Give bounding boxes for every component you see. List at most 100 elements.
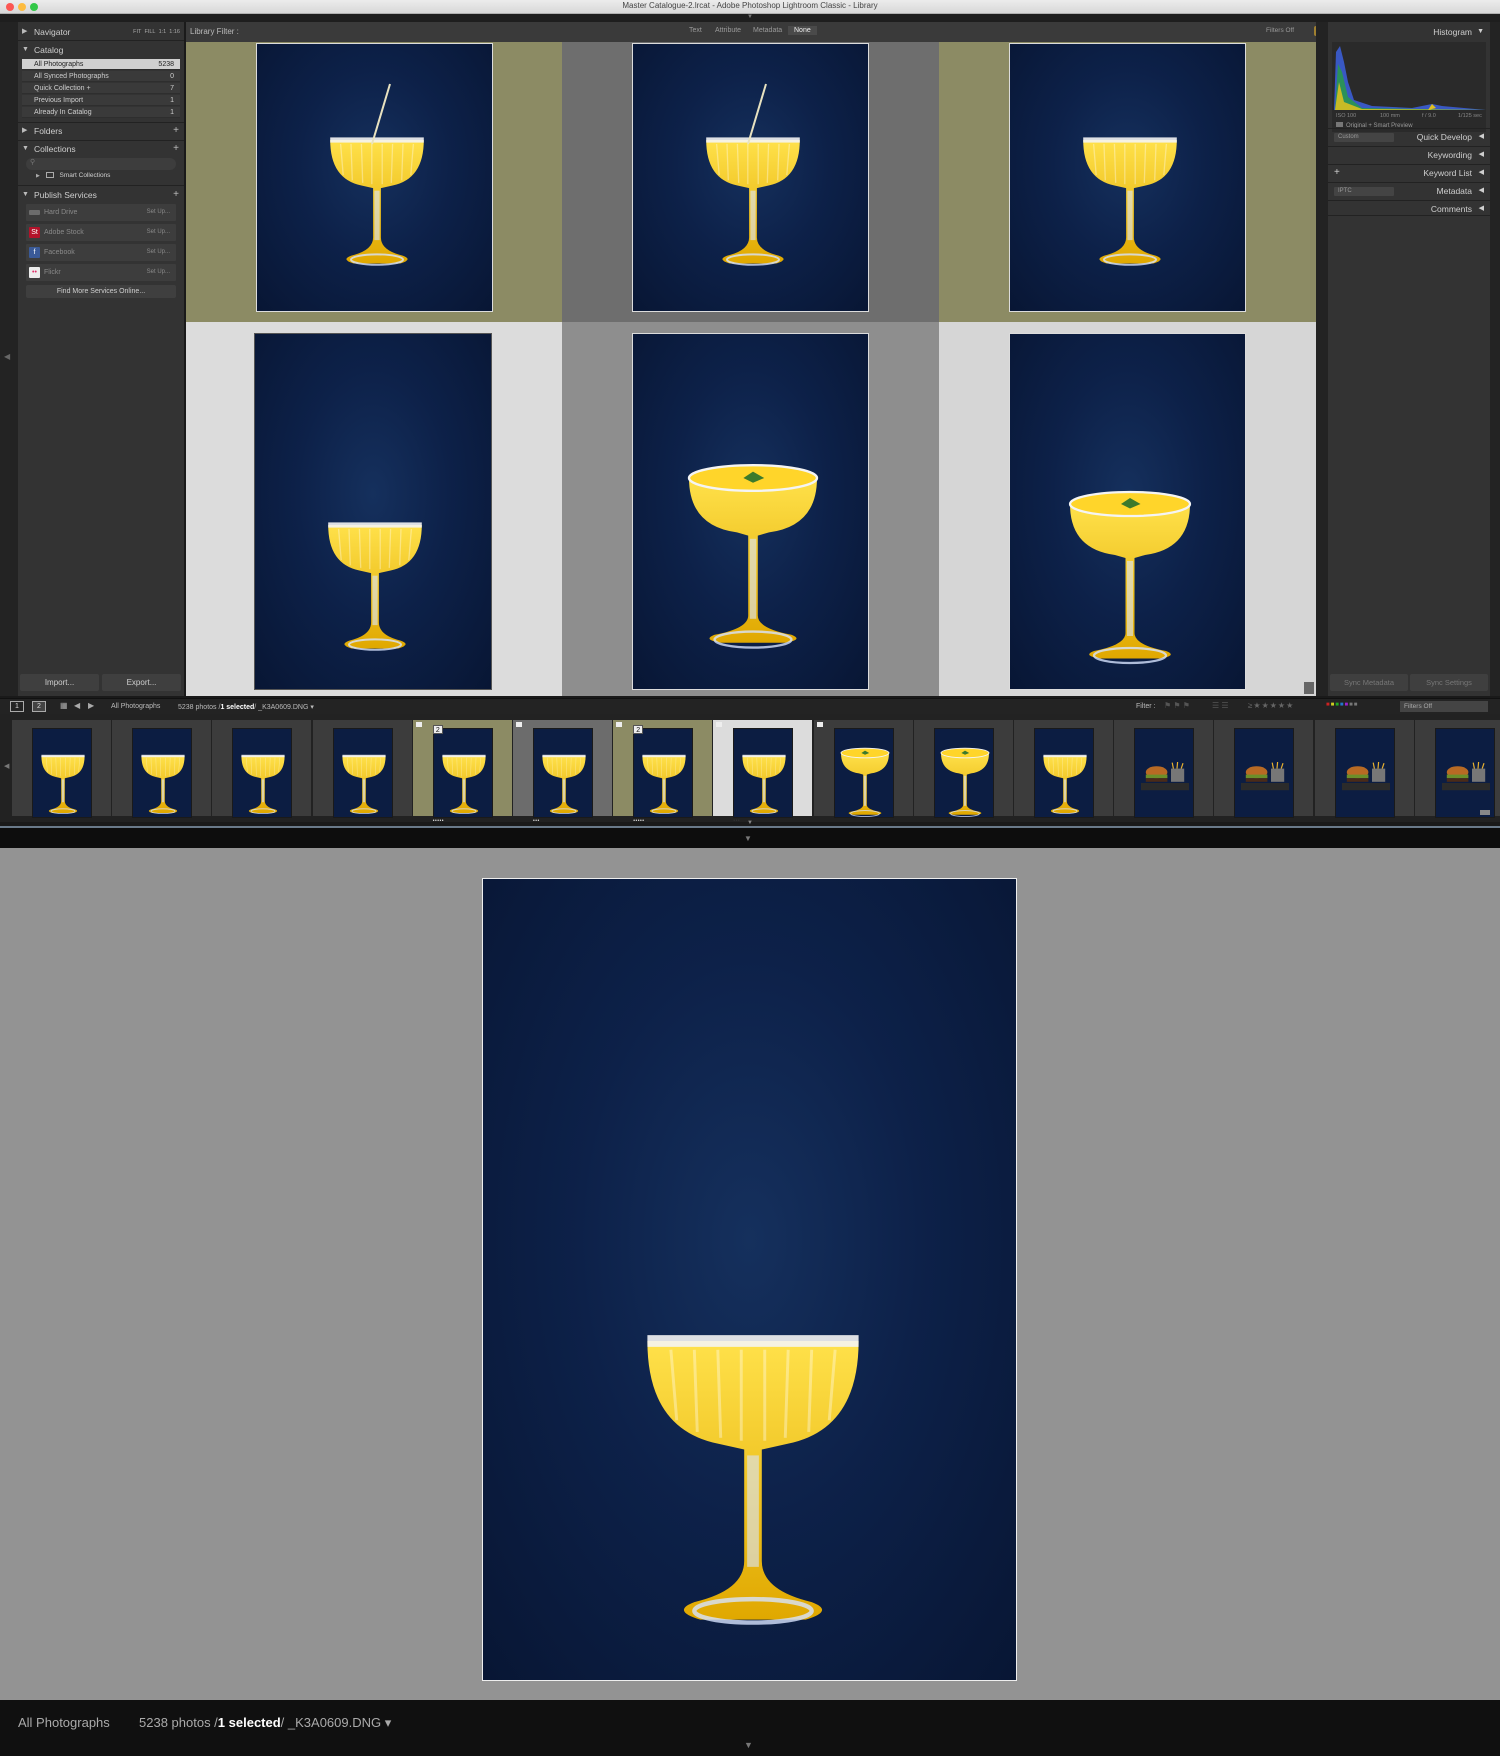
- catalog-item-all-photographs[interactable]: All Photographs 5238: [22, 59, 180, 70]
- thumbnail-image: [734, 729, 793, 818]
- folders-header[interactable]: ▶ Folders +: [18, 124, 184, 138]
- histogram-header[interactable]: Histogram ▼: [1328, 24, 1490, 40]
- grid-cell-selected[interactable]: [186, 322, 562, 696]
- filmstrip-cell[interactable]: [1114, 720, 1214, 818]
- add-collection-icon[interactable]: +: [173, 142, 179, 156]
- source-label[interactable]: All Photographs: [111, 703, 160, 710]
- secondary-photo-count-info[interactable]: 5238 photos /1 selected/ _K3A0609.DNG ▾: [139, 1715, 391, 1731]
- collections-header[interactable]: ▼ Collections +: [18, 142, 184, 156]
- catalog-header[interactable]: ▼ Catalog: [18, 43, 184, 57]
- flag-icon[interactable]: [816, 722, 823, 727]
- expand-arrow-icon[interactable]: ▼: [744, 834, 752, 843]
- navigator-zoom-options[interactable]: FIT FILL 1:1 1:16: [133, 25, 180, 39]
- flag-icon[interactable]: [415, 722, 422, 727]
- filmstrip-thumbnail: [633, 728, 694, 818]
- left-panel-toggle[interactable]: ◀: [0, 22, 18, 696]
- setup-button[interactable]: Set Up...: [147, 264, 170, 281]
- setup-button[interactable]: Set Up...: [147, 204, 170, 221]
- forward-arrow-icon[interactable]: ▶: [88, 701, 94, 710]
- add-publish-service-icon[interactable]: +: [173, 188, 179, 202]
- navigator-header[interactable]: ▶ Navigator FIT FILL 1:1 1:16: [18, 25, 184, 39]
- filmstrip-cell[interactable]: 2 •••••: [613, 720, 713, 824]
- publish-services-header[interactable]: ▼ Publish Services +: [18, 188, 184, 202]
- secondary-source-label[interactable]: All Photographs: [18, 1715, 110, 1730]
- catalog-item-quick-collection[interactable]: Quick Collection + 7: [22, 83, 180, 94]
- metadata-preset-select[interactable]: IPTC: [1334, 187, 1394, 196]
- catalog-item-synced[interactable]: All Synced Photographs 0: [22, 71, 180, 82]
- find-more-services-button[interactable]: Find More Services Online...: [26, 285, 176, 298]
- filmstrip-cell[interactable]: [1214, 720, 1314, 818]
- quick-develop-header[interactable]: Custom Quick Develop ◀: [1328, 128, 1490, 144]
- filmstrip-cell[interactable]: [1414, 720, 1500, 818]
- flag-filter-icons[interactable]: ⚑ ⚑ ⚑: [1164, 701, 1190, 710]
- filmstrip-cell[interactable]: [1014, 720, 1113, 818]
- add-keyword-icon[interactable]: +: [1334, 165, 1340, 181]
- loupe-photo[interactable]: [482, 878, 1017, 1681]
- metadata-header[interactable]: IPTC Metadata ◀: [1328, 182, 1490, 198]
- filmstrip-cell[interactable]: [212, 720, 312, 818]
- exif-info: ISO 100 100 mm f / 9.0 1/125 sec: [1336, 113, 1486, 119]
- photo-count-info[interactable]: 5238 photos /1 selected/ _K3A0609.DNG ▾: [178, 703, 314, 711]
- grid-scrollbar[interactable]: [1304, 682, 1314, 694]
- filmstrip-cell[interactable]: [112, 720, 212, 818]
- hard-drive-icon: [29, 210, 40, 215]
- grid-cell[interactable]: [939, 42, 1316, 342]
- right-panel-toggle[interactable]: [1490, 22, 1500, 696]
- filmstrip-cell[interactable]: •••: [713, 720, 813, 824]
- filter-tab-metadata[interactable]: Metadata: [748, 26, 787, 35]
- rating-filter-stars[interactable]: ≥★★★★★: [1248, 701, 1294, 710]
- top-panel-toggle[interactable]: ▼: [0, 14, 1500, 22]
- flag-icon[interactable]: [516, 722, 522, 727]
- secondary-window-button[interactable]: 2: [32, 701, 46, 712]
- filmstrip-scrollbar[interactable]: [1480, 810, 1490, 815]
- color-label-filter[interactable]: ■■■■■■■: [1326, 702, 1358, 708]
- grid-cell[interactable]: [186, 42, 562, 342]
- stack-count-badge[interactable]: 2: [432, 725, 443, 734]
- add-folder-icon[interactable]: +: [173, 124, 179, 138]
- setup-button[interactable]: Set Up...: [147, 244, 170, 261]
- back-arrow-icon[interactable]: ◀: [74, 701, 80, 710]
- filmstrip-scroll-left-icon[interactable]: ◀: [4, 762, 9, 770]
- collapse-arrow-icon[interactable]: ▼: [744, 1740, 753, 1750]
- publish-service-facebook[interactable]: f Facebook Set Up...: [26, 244, 176, 261]
- filter-tab-none[interactable]: None: [788, 26, 817, 35]
- catalog-item-previous-import[interactable]: Previous Import 1: [22, 95, 180, 106]
- filmstrip-cell[interactable]: [12, 720, 111, 818]
- import-button[interactable]: Import...: [20, 674, 99, 691]
- catalog-item-count: 7: [170, 85, 174, 92]
- filmstrip-cell[interactable]: [312, 720, 412, 818]
- publish-service-adobe-stock[interactable]: St Adobe Stock Set Up...: [26, 224, 176, 241]
- filmstrip-cell[interactable]: •••: [513, 720, 612, 824]
- setup-button[interactable]: Set Up...: [147, 224, 170, 241]
- saved-preset-select[interactable]: Custom: [1334, 133, 1394, 142]
- collections-search-input[interactable]: ⚲: [26, 158, 176, 170]
- filmstrip-cell[interactable]: [813, 720, 913, 818]
- sync-metadata-button[interactable]: Sync Metadata: [1330, 674, 1408, 691]
- filter-tab-attribute[interactable]: Attribute: [710, 26, 746, 35]
- grid-view-icon[interactable]: ▦: [60, 701, 68, 710]
- main-window-button[interactable]: 1: [10, 701, 24, 712]
- publish-service-hard-drive[interactable]: Hard Drive Set Up...: [26, 204, 176, 221]
- flag-icon[interactable]: [616, 722, 623, 727]
- catalog-item-already-in-catalog[interactable]: Already In Catalog 1: [22, 107, 180, 118]
- keyword-list-header[interactable]: + Keyword List ◀: [1328, 164, 1490, 180]
- publish-service-flickr[interactable]: •• Flickr Set Up...: [26, 264, 176, 281]
- filter-status[interactable]: Filters Off: [1266, 27, 1294, 34]
- filter-preset-select[interactable]: Filters Off: [1400, 701, 1488, 712]
- smart-collections-item[interactable]: ▶ Smart Collections: [36, 172, 110, 179]
- stack-count-badge[interactable]: 2: [633, 725, 644, 734]
- filmstrip-cell[interactable]: [913, 720, 1013, 818]
- filmstrip-cell[interactable]: 2 •••••: [412, 720, 512, 824]
- thumbnail-image: [33, 729, 92, 818]
- filter-tab-text[interactable]: Text: [684, 26, 707, 35]
- stack-filter-icons[interactable]: ☰ ☰: [1212, 701, 1229, 710]
- keywording-header[interactable]: Keywording ◀: [1328, 146, 1490, 162]
- comments-header[interactable]: Comments ◀: [1328, 200, 1490, 216]
- filmstrip-cell[interactable]: [1314, 720, 1414, 818]
- grid-cell[interactable]: [562, 322, 939, 696]
- export-button[interactable]: Export...: [102, 674, 181, 691]
- flag-icon[interactable]: [716, 722, 723, 727]
- sync-settings-button[interactable]: Sync Settings: [1410, 674, 1488, 691]
- grid-cell[interactable]: [562, 42, 939, 342]
- grid-cell[interactable]: [939, 322, 1316, 696]
